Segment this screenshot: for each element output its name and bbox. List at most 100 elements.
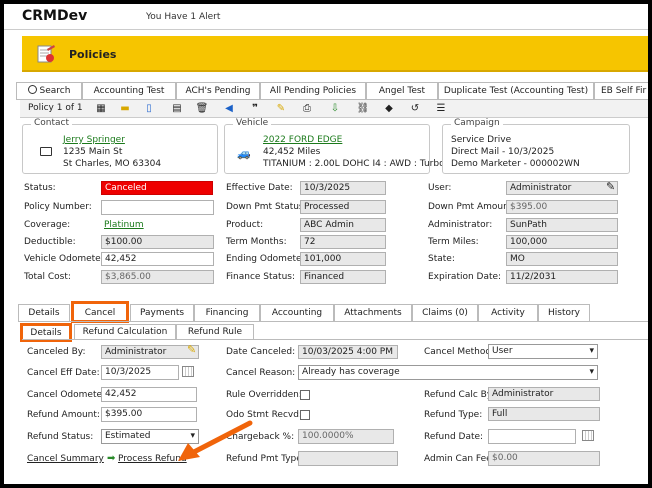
tab-accounting-test[interactable]: Accounting Test (82, 82, 176, 100)
administrator-value: SunPath (506, 218, 618, 232)
cancel-summary-link[interactable]: Cancel Summary (27, 454, 104, 464)
car-icon: 🚙 (237, 147, 251, 160)
sub-tabs-divider (22, 339, 648, 340)
campaign-legend: Campaign (451, 118, 503, 128)
cancel-eff-date-input[interactable]: 10/3/2025 (101, 365, 179, 380)
tab-activity[interactable]: Activity (478, 304, 538, 322)
document-icon[interactable]: ▯ (142, 102, 156, 116)
list-icon[interactable]: ☰ (434, 102, 448, 116)
policy-number-label: Policy Number: (24, 202, 92, 212)
tab-claims[interactable]: Claims (0) (412, 304, 478, 322)
down-pmt-amount-label: Down Pmt Amount: (428, 202, 516, 212)
arrow-right-icon: ➡ (107, 453, 116, 464)
calculator-icon[interactable]: ▤ (170, 102, 184, 116)
tab-financing[interactable]: Financing (194, 304, 260, 322)
history-icon[interactable]: ↺ (408, 102, 422, 116)
state-label: State: (428, 254, 455, 264)
calendar-icon[interactable] (582, 430, 594, 441)
cancel-reason-select[interactable]: Already has coverage ▾ (298, 365, 598, 380)
rule-overridden-checkbox[interactable] (300, 390, 310, 400)
user-value: Administrator (506, 181, 618, 195)
calendar-icon[interactable] (182, 366, 194, 377)
down-pmt-status-label: Down Pmt Status: (226, 202, 307, 212)
refund-date-input[interactable] (488, 429, 576, 444)
tab-all-pending-policies[interactable]: All Pending Policies (260, 82, 366, 100)
vehicle-odometer-input[interactable]: 42,452 (101, 252, 214, 266)
record-counter: Policy 1 of 1 (28, 103, 83, 113)
cancel-reason-label: Cancel Reason: (226, 368, 296, 378)
tag-icon[interactable]: ◆ (382, 102, 396, 116)
annotation-arrow (178, 420, 253, 461)
term-months-label: Term Months: (226, 237, 287, 247)
deductible-label: Deductible: (24, 237, 76, 247)
edit-pencil-icon[interactable]: ✎ (187, 343, 196, 356)
tab-achs-pending[interactable]: ACH's Pending (176, 82, 260, 100)
refund-calc-by-value: Administrator (488, 387, 600, 401)
tab-search[interactable]: Search (16, 82, 82, 100)
tab-details[interactable]: Details (18, 304, 70, 322)
expiration-date-label: Expiration Date: (428, 272, 502, 282)
down-pmt-status-value: Processed (300, 200, 386, 214)
refund-amount-label: Refund Amount: (27, 410, 100, 420)
tab-attachments[interactable]: Attachments (334, 304, 412, 322)
date-canceled-value: 10/03/2025 4:00 PM (298, 345, 398, 359)
contact-name-link[interactable]: Jerry Springer (63, 135, 125, 145)
campaign-box: Campaign Service Drive Direct Mail - 10/… (442, 118, 630, 174)
vehicle-name-link[interactable]: 2022 FORD EDGE (263, 135, 342, 145)
tab-accounting[interactable]: Accounting (260, 304, 334, 322)
tab-payments[interactable]: Payments (130, 304, 194, 322)
edit-note-icon[interactable]: ✎ (274, 102, 288, 116)
vehicle-trim: TITANIUM : 2.00L DOHC I4 : AWD : Turbo (263, 159, 445, 169)
subtab-refund-calculation[interactable]: Refund Calculation (74, 324, 176, 340)
term-miles-label: Term Miles: (428, 237, 479, 247)
cancel-eff-date-label: Cancel Eff Date: (27, 368, 100, 378)
canceled-by-label: Canceled By: (27, 347, 86, 357)
down-pmt-amount-value: $395.00 (506, 200, 618, 214)
tab-eb-self[interactable]: EB Self Fir (594, 82, 648, 100)
refund-status-label: Refund Status: (27, 432, 94, 442)
total-cost-value: $3,865.00 (101, 270, 214, 284)
odo-stmt-recvd-checkbox[interactable] (300, 410, 310, 420)
tab-cancel[interactable]: Cancel (71, 301, 129, 323)
vehicle-legend: Vehicle (233, 118, 272, 128)
subtab-refund-rule[interactable]: Refund Rule (176, 324, 254, 340)
trash-icon[interactable]: 🗑 (195, 102, 209, 116)
quote-icon[interactable]: ❞ (248, 102, 262, 116)
pencil-icon[interactable]: ✎ (606, 180, 615, 193)
link-icon[interactable]: ⛓ (356, 102, 370, 116)
ending-odometer-value: 101,000 (300, 252, 386, 266)
vehicle-odometer-label: Vehicle Odometer: (24, 254, 108, 264)
search-tabs: Search Accounting Test ACH's Pending All… (16, 82, 648, 100)
refund-type-label: Refund Type: (424, 410, 483, 420)
grid-icon[interactable]: ▦ (94, 102, 108, 116)
app-brand[interactable]: CRMDev (22, 8, 87, 24)
cancel-method-select[interactable]: User ▾ (488, 344, 598, 359)
alert-notice[interactable]: You Have 1 Alert (146, 12, 220, 22)
contact-card-icon (40, 147, 52, 156)
tab-duplicate-test[interactable]: Duplicate Test (Accounting Test) (438, 82, 594, 100)
page-header: Policies (22, 36, 648, 72)
status-label: Status: (24, 183, 56, 193)
ending-odometer-label: Ending Odometer: (226, 254, 309, 264)
export-icon[interactable]: ⇩ (328, 102, 342, 116)
tab-history[interactable]: History (538, 304, 590, 322)
finance-status-value: Financed (300, 270, 386, 284)
coverage-link[interactable]: Platinum (101, 219, 214, 233)
policy-number-input[interactable] (101, 200, 214, 215)
canceled-by-value: Administrator (101, 345, 199, 359)
product-label: Product: (226, 220, 264, 230)
vehicle-miles: 42,452 Miles (263, 147, 321, 157)
chargeback-value: 100.0000% (298, 429, 394, 444)
print-icon[interactable]: ⎙ (300, 102, 314, 116)
total-cost-label: Total Cost: (24, 272, 71, 282)
contact-address2: St Charles, MO 63304 (63, 159, 162, 169)
tab-angel-test[interactable]: Angel Test (366, 82, 438, 100)
cancel-odometer-input[interactable]: 42,452 (101, 387, 197, 402)
back-icon[interactable]: ◀ (222, 102, 236, 116)
cancel-method-label: Cancel Method: (424, 347, 495, 357)
product-value: ABC Admin (300, 218, 386, 232)
note-icon[interactable]: ▬ (118, 102, 132, 116)
campaign-line2: Direct Mail - 10/3/2025 (451, 147, 555, 157)
campaign-line3: Demo Marketer - 000002WN (451, 159, 580, 169)
rule-overridden-label: Rule Overridden: (226, 390, 302, 400)
